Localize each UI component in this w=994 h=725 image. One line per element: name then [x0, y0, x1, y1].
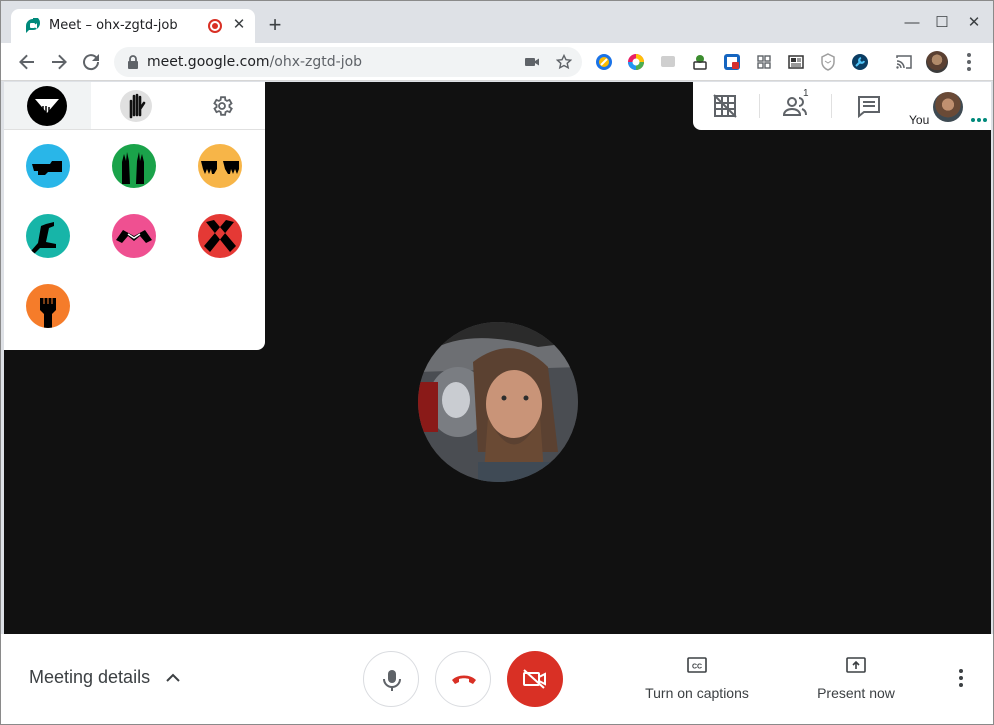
c-hand-reaction[interactable] — [26, 214, 70, 258]
captions-label: Turn on captions — [645, 685, 749, 701]
profile-avatar[interactable] — [926, 51, 948, 73]
jazz-hands-reaction[interactable] — [198, 144, 242, 188]
raise-hand-tab[interactable] — [91, 82, 178, 129]
heart-hands-reaction[interactable] — [112, 214, 156, 258]
bookmark-star-icon[interactable] — [556, 54, 572, 70]
microphone-button[interactable] — [363, 651, 419, 707]
reactions-panel — [4, 82, 265, 350]
raised-fist-reaction[interactable] — [26, 284, 70, 328]
emoji-tab[interactable] — [4, 82, 91, 129]
ext-news-icon[interactable] — [787, 53, 805, 71]
tab-title: Meet – ohx-zgtd-job — [49, 18, 178, 33]
ext-red-badge-icon[interactable] — [723, 53, 741, 71]
ext-color-wheel-icon[interactable] — [627, 53, 645, 71]
camera-off-icon — [523, 669, 546, 689]
raised-fist-icon — [40, 298, 56, 328]
raise-hand-icon — [120, 90, 152, 122]
chat-icon[interactable] — [855, 92, 883, 120]
present-screen-icon — [846, 657, 866, 673]
lock-icon[interactable] — [126, 54, 140, 70]
minimize-icon[interactable]: — — [902, 13, 922, 33]
heart-hands-icon — [116, 230, 152, 243]
browser-tab-meet[interactable]: Meet – ohx-zgtd-job ✕ — [11, 9, 255, 43]
self-view-avatar — [933, 92, 963, 122]
camera-off-button[interactable] — [507, 651, 563, 707]
more-options-icon[interactable] — [955, 667, 967, 689]
crossed-arms-reaction[interactable] — [198, 214, 242, 258]
crossed-arms-icon — [204, 220, 236, 252]
reactions-panel-tabs — [4, 82, 265, 130]
pointing-hand-icon — [32, 161, 62, 175]
ext-gray-icon[interactable] — [659, 53, 677, 71]
browser-menu-icon[interactable] — [963, 51, 975, 73]
chevron-up-icon[interactable] — [165, 670, 181, 686]
browser-toolbar: meet.google.com/ohx-zgtd-job — [1, 43, 993, 81]
meet-favicon-icon — [26, 18, 40, 33]
gear-icon — [213, 96, 233, 116]
tab-strip: Meet – ohx-zgtd-job ✕ + — ☐ ✕ — [1, 1, 993, 43]
ext-shield-icon[interactable] — [819, 53, 837, 71]
record-icon — [208, 19, 222, 33]
leave-call-button[interactable] — [435, 651, 491, 707]
raised-hands-reaction[interactable] — [112, 144, 156, 188]
browser-window: Meet – ohx-zgtd-job ✕ + — ☐ ✕ meet.googl… — [0, 0, 994, 725]
pointing-hand-reaction[interactable] — [26, 144, 70, 188]
close-window-icon[interactable]: ✕ — [964, 13, 984, 33]
divider — [759, 94, 760, 118]
captions-button[interactable]: CC Turn on captions — [641, 656, 753, 701]
camera-icon[interactable] — [524, 54, 540, 70]
participants-button[interactable]: 1 — [781, 88, 813, 120]
tile-layout-off-icon[interactable] — [711, 92, 739, 120]
participant-count: 1 — [803, 88, 809, 99]
meeting-bottom-bar: Meeting details CC Turn on captions Pres… — [1, 634, 993, 724]
hang-up-icon — [452, 675, 476, 684]
maximize-icon[interactable]: ☐ — [932, 13, 952, 33]
ext-puzzle-icon[interactable] — [691, 53, 709, 71]
ext-grid-icon[interactable] — [755, 53, 773, 71]
svg-text:CC: CC — [692, 664, 702, 671]
forward-icon[interactable] — [47, 50, 71, 74]
divider — [831, 94, 832, 118]
address-bar[interactable]: meet.google.com/ohx-zgtd-job — [114, 47, 582, 77]
closed-captions-icon: CC — [687, 657, 707, 673]
cast-icon[interactable] — [895, 53, 913, 71]
url-text: meet.google.com/ohx-zgtd-job — [147, 54, 362, 70]
url-path: /ohx-zgtd-job — [269, 54, 363, 70]
back-icon[interactable] — [15, 50, 39, 74]
pointing-emoji-icon — [27, 86, 67, 126]
self-view-options-icon[interactable] — [971, 118, 989, 124]
c-hand-icon — [31, 222, 56, 254]
meeting-details-label[interactable]: Meeting details — [29, 667, 150, 688]
new-tab-button[interactable]: + — [263, 14, 287, 38]
you-label: You — [909, 113, 930, 127]
jazz-hands-icon — [201, 161, 239, 174]
url-host: meet.google.com — [147, 54, 270, 70]
participant-photo — [418, 322, 578, 482]
participant-avatar — [418, 322, 578, 482]
ext-wrench-icon[interactable] — [851, 53, 869, 71]
raised-hands-icon — [122, 152, 144, 184]
present-now-button[interactable]: Present now — [809, 656, 903, 701]
present-now-label: Present now — [817, 685, 895, 701]
meeting-top-controls: 1 You — [693, 82, 991, 130]
reload-icon[interactable] — [79, 50, 103, 74]
microphone-icon — [383, 670, 401, 691]
ext-blue-icon[interactable] — [595, 53, 613, 71]
settings-tab[interactable] — [178, 82, 265, 129]
tab-close-icon[interactable]: ✕ — [231, 16, 247, 34]
